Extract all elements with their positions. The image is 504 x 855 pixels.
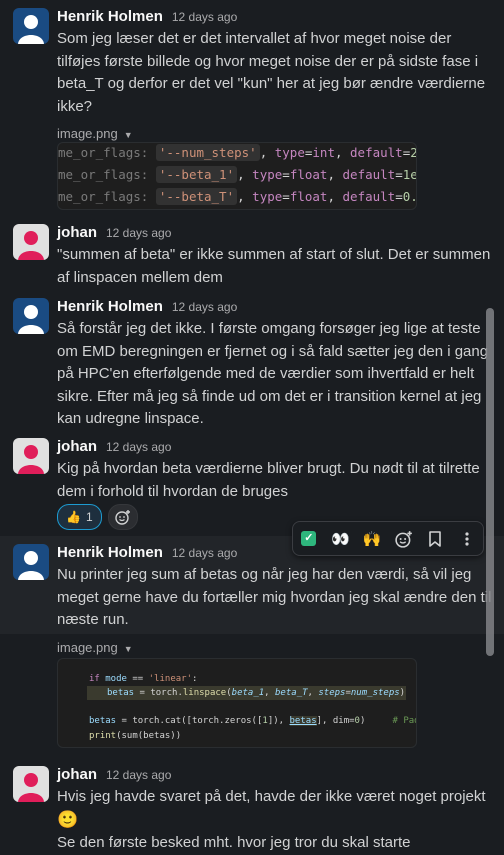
author-name[interactable]: Henrik Holmen — [57, 8, 163, 25]
more-actions-button[interactable] — [455, 527, 479, 551]
author-name[interactable]: Henrik Holmen — [57, 298, 163, 315]
message-text: Kig på hvordan beta værdierne bliver bru… — [57, 460, 480, 500]
avatar[interactable] — [13, 766, 49, 802]
react-check-button[interactable]: ✓ — [297, 527, 321, 551]
add-reaction-button[interactable] — [392, 527, 416, 551]
avatar[interactable] — [13, 544, 49, 580]
thumbs-up-icon: 👍 — [66, 510, 81, 524]
avatar[interactable] — [13, 224, 49, 260]
bookmark-icon — [429, 530, 442, 547]
message-text: Hvis jeg havde svaret på det, havde der … — [57, 788, 486, 851]
attachment-label[interactable]: image.png ▼ — [57, 640, 492, 658]
add-reaction-button[interactable] — [107, 504, 138, 530]
reactions: 👍 1 — [57, 504, 138, 530]
save-for-later-button[interactable] — [423, 527, 447, 551]
author-name[interactable]: Henrik Holmen — [57, 544, 163, 561]
add-emoji-icon — [114, 510, 130, 525]
chevron-down-icon[interactable]: ▼ — [124, 644, 133, 654]
scrollbar[interactable] — [486, 308, 494, 656]
react-raised-hands-button[interactable]: 🙌 — [360, 527, 384, 551]
check-icon: ✓ — [301, 531, 317, 546]
raised-hands-icon: 🙌 — [362, 530, 382, 548]
message-text: Som jeg læser det er det intervallet af … — [57, 30, 486, 115]
message-text: Nu printer jeg sum af betas og når jeg h… — [57, 566, 492, 628]
timestamp[interactable]: 12 days ago — [172, 300, 237, 314]
author-name[interactable]: johan — [57, 224, 97, 241]
message-actions-toolbar: ✓ 👀 🙌 — [292, 521, 484, 556]
timestamp[interactable]: 12 days ago — [172, 546, 237, 560]
timestamp[interactable]: 12 days ago — [106, 768, 171, 782]
timestamp[interactable]: 12 days ago — [106, 226, 171, 240]
avatar[interactable] — [13, 8, 49, 44]
smile-emoji-icon: 🙂 — [57, 809, 79, 829]
timestamp[interactable]: 12 days ago — [106, 440, 171, 454]
author-name[interactable]: johan — [57, 438, 97, 455]
message-text: Så forstår jeg det ikke. I første omgang… — [57, 320, 489, 427]
avatar[interactable] — [13, 298, 49, 334]
attachment-image[interactable]: if mode == 'linear': betas = torch.linsp… — [57, 658, 417, 748]
attachment-image[interactable]: me_or_flags: '--num_steps', type=int, de… — [57, 142, 417, 210]
more-vertical-icon — [465, 531, 469, 546]
author-name[interactable]: johan — [57, 766, 97, 783]
add-emoji-icon — [395, 530, 412, 548]
react-eyes-button[interactable]: 👀 — [328, 527, 352, 551]
avatar[interactable] — [13, 438, 49, 474]
reaction-thumbs-up[interactable]: 👍 1 — [57, 504, 102, 530]
message-text: "summen af beta" er ikke summen af start… — [57, 246, 491, 286]
eyes-icon: 👀 — [331, 530, 350, 548]
timestamp[interactable]: 12 days ago — [172, 10, 237, 24]
reaction-count: 1 — [85, 510, 93, 524]
chevron-down-icon[interactable]: ▼ — [124, 130, 133, 140]
